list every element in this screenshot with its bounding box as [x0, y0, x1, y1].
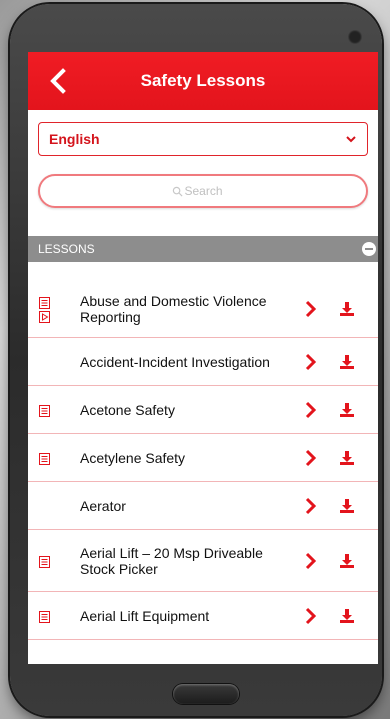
- lesson-row[interactable]: Aerial Lift Equipment: [28, 592, 378, 640]
- download-icon[interactable]: [339, 301, 355, 317]
- video-file-icon: [39, 310, 50, 323]
- chevron-down-icon: [346, 136, 356, 143]
- lesson-row[interactable]: Aerial Lift – 20 Msp Driveable Stock Pic…: [28, 530, 378, 592]
- lesson-type-icons: [39, 452, 50, 465]
- lesson-title: Acetone Safety: [80, 401, 175, 418]
- chevron-right-icon[interactable]: [305, 497, 317, 515]
- lesson-row[interactable]: Acetylene Safety: [28, 434, 378, 482]
- lesson-row[interactable]: Acetone Safety: [28, 386, 378, 434]
- home-button[interactable]: [173, 684, 239, 704]
- chevron-right-icon[interactable]: [305, 607, 317, 625]
- page-title: Safety Lessons: [140, 71, 266, 90]
- document-file-icon: [39, 404, 50, 417]
- lessons-section-header: LESSONS: [28, 236, 378, 262]
- lesson-title: Aerial Lift Equipment: [80, 607, 210, 624]
- lesson-title: Abuse and Domestic Violence Reporting: [80, 292, 267, 325]
- download-icon[interactable]: [339, 402, 355, 418]
- download-icon[interactable]: [339, 450, 355, 466]
- collapse-icon[interactable]: [362, 242, 376, 256]
- document-file-icon: [39, 555, 50, 568]
- search-input[interactable]: [184, 184, 235, 198]
- chevron-right-icon[interactable]: [305, 552, 317, 570]
- download-icon[interactable]: [339, 553, 355, 569]
- download-icon[interactable]: [339, 608, 355, 624]
- document-file-icon: [39, 296, 50, 309]
- lesson-type-icons: [39, 610, 50, 623]
- camera-icon: [348, 30, 362, 44]
- lesson-title: Accident-Incident Investigation: [80, 353, 270, 370]
- app-bar: Safety Lessons: [28, 52, 378, 110]
- lesson-row[interactable]: Aerator: [28, 482, 378, 530]
- app-screen: Safety Lessons English LESSONS Abuse and…: [28, 52, 378, 664]
- download-icon[interactable]: [339, 354, 355, 370]
- search-box[interactable]: [38, 174, 368, 208]
- chevron-right-icon[interactable]: [305, 353, 317, 371]
- document-file-icon: [39, 610, 50, 623]
- language-select-value: English: [49, 131, 100, 147]
- chevron-right-icon[interactable]: [305, 401, 317, 419]
- lesson-row[interactable]: Accident-Incident Investigation: [28, 338, 378, 386]
- search-icon: [172, 186, 183, 197]
- lesson-title: Acetylene Safety: [80, 449, 186, 466]
- lesson-title: Aerator: [80, 497, 126, 514]
- lesson-row[interactable]: Abuse and Domestic Violence Reporting: [28, 280, 378, 338]
- chevron-right-icon[interactable]: [305, 449, 317, 467]
- chevron-right-icon[interactable]: [305, 300, 317, 318]
- section-label: LESSONS: [38, 242, 95, 256]
- download-icon[interactable]: [339, 498, 355, 514]
- lesson-type-icons: [39, 404, 50, 417]
- lesson-title: Aerial Lift – 20 Msp Driveable Stock Pic…: [80, 544, 263, 577]
- language-select[interactable]: English: [38, 122, 368, 156]
- document-file-icon: [39, 452, 50, 465]
- lesson-type-icons: [39, 296, 50, 323]
- lesson-type-icons: [39, 555, 50, 568]
- lessons-list: Abuse and Domestic Violence Reporting Acc…: [28, 280, 378, 640]
